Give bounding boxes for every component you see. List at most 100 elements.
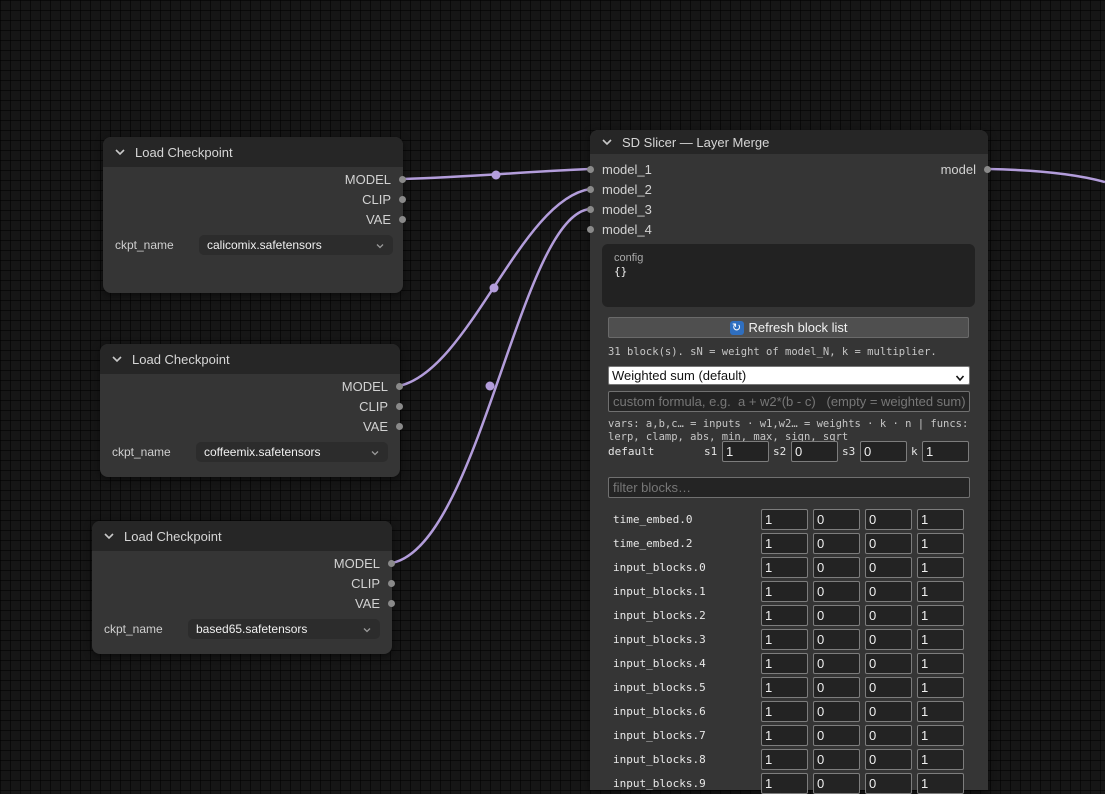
ckpt-name-combo[interactable]: ckpt_name coffeemix.safetensors bbox=[100, 440, 400, 464]
chevron-down-icon[interactable] bbox=[113, 145, 127, 159]
node-header[interactable]: Load Checkpoint bbox=[92, 521, 392, 551]
sd-slicer-node[interactable]: SD Slicer — Layer Merge model_1 model_2 … bbox=[587, 130, 991, 794]
link-midpoint-1[interactable] bbox=[491, 170, 501, 180]
chevron-down-icon[interactable] bbox=[102, 529, 116, 543]
default-s2-input[interactable] bbox=[791, 441, 838, 462]
block-s2-input[interactable] bbox=[813, 581, 860, 602]
default-k-input[interactable] bbox=[922, 441, 969, 462]
output-slot-vae[interactable]: VAE bbox=[366, 209, 406, 229]
block-s3-input[interactable] bbox=[865, 605, 912, 626]
link-model-1[interactable] bbox=[402, 167, 591, 181]
load-checkpoint-node-1[interactable]: Load Checkpoint MODEL CLIP VAE ckpt_name… bbox=[103, 137, 406, 293]
output-slot-model[interactable]: MODEL bbox=[342, 376, 403, 396]
custom-formula-input[interactable] bbox=[608, 391, 970, 412]
slot-dot[interactable] bbox=[388, 559, 395, 567]
block-s1-input[interactable] bbox=[761, 509, 808, 530]
ckpt-name-value[interactable]: coffeemix.safetensors bbox=[196, 442, 388, 462]
link-midpoint-2[interactable] bbox=[489, 283, 499, 293]
chevron-down-icon[interactable] bbox=[110, 352, 124, 366]
block-k-input[interactable] bbox=[917, 749, 964, 770]
default-s3-input[interactable] bbox=[860, 441, 907, 462]
block-s3-input[interactable] bbox=[865, 725, 912, 746]
ckpt-name-combo[interactable]: ckpt_name calicomix.safetensors bbox=[103, 233, 403, 257]
block-s2-input[interactable] bbox=[813, 557, 860, 578]
input-slot-model-4[interactable]: model_4 bbox=[587, 219, 652, 239]
link-midpoint-3[interactable] bbox=[485, 381, 495, 391]
output-slot-model[interactable]: model bbox=[941, 159, 991, 179]
block-k-input[interactable] bbox=[917, 773, 964, 794]
slot-dot[interactable] bbox=[587, 225, 594, 233]
ckpt-name-combo[interactable]: ckpt_name based65.safetensors bbox=[92, 617, 392, 641]
block-s3-input[interactable] bbox=[865, 557, 912, 578]
block-k-input[interactable] bbox=[917, 557, 964, 578]
default-s1-input[interactable] bbox=[722, 441, 769, 462]
block-s3-input[interactable] bbox=[865, 677, 912, 698]
chevron-down-icon[interactable] bbox=[600, 135, 614, 149]
slot-dot[interactable] bbox=[399, 215, 406, 223]
block-k-input[interactable] bbox=[917, 653, 964, 674]
block-s1-input[interactable] bbox=[761, 629, 808, 650]
output-slot-clip[interactable]: CLIP bbox=[351, 573, 395, 593]
block-s3-input[interactable] bbox=[865, 533, 912, 554]
block-k-input[interactable] bbox=[917, 629, 964, 650]
block-k-input[interactable] bbox=[917, 533, 964, 554]
block-s2-input[interactable] bbox=[813, 701, 860, 722]
block-s1-input[interactable] bbox=[761, 677, 808, 698]
filter-blocks-input[interactable] bbox=[608, 477, 970, 498]
slot-dot[interactable] bbox=[396, 382, 403, 390]
block-k-input[interactable] bbox=[917, 605, 964, 626]
refresh-block-list-button[interactable]: ↻ Refresh block list bbox=[608, 317, 969, 338]
slot-dot[interactable] bbox=[984, 165, 991, 173]
node-header[interactable]: SD Slicer — Layer Merge bbox=[590, 130, 988, 154]
block-s1-input[interactable] bbox=[761, 701, 808, 722]
block-k-input[interactable] bbox=[917, 701, 964, 722]
block-k-input[interactable] bbox=[917, 581, 964, 602]
block-s1-input[interactable] bbox=[761, 557, 808, 578]
block-s2-input[interactable] bbox=[813, 533, 860, 554]
block-s1-input[interactable] bbox=[761, 581, 808, 602]
link-model-out[interactable] bbox=[987, 167, 1105, 184]
block-s3-input[interactable] bbox=[865, 581, 912, 602]
block-s2-input[interactable] bbox=[813, 773, 860, 794]
load-checkpoint-node-3[interactable]: Load Checkpoint MODEL CLIP VAE ckpt_name… bbox=[92, 521, 395, 654]
block-s1-input[interactable] bbox=[761, 725, 808, 746]
slot-dot[interactable] bbox=[399, 175, 406, 183]
output-slot-vae[interactable]: VAE bbox=[363, 416, 403, 436]
slot-dot[interactable] bbox=[396, 422, 403, 430]
block-s1-input[interactable] bbox=[761, 605, 808, 626]
block-k-input[interactable] bbox=[917, 677, 964, 698]
block-s2-input[interactable] bbox=[813, 509, 860, 530]
link-model-2[interactable] bbox=[398, 187, 591, 388]
block-s2-input[interactable] bbox=[813, 653, 860, 674]
slot-dot[interactable] bbox=[587, 205, 594, 213]
input-slot-model-2[interactable]: model_2 bbox=[587, 179, 652, 199]
block-s1-input[interactable] bbox=[761, 533, 808, 554]
block-s3-input[interactable] bbox=[865, 629, 912, 650]
block-s2-input[interactable] bbox=[813, 677, 860, 698]
merge-mode-select[interactable]: Weighted sum (default) bbox=[608, 366, 970, 385]
block-s3-input[interactable] bbox=[865, 749, 912, 770]
load-checkpoint-node-2[interactable]: Load Checkpoint MODEL CLIP VAE ckpt_name… bbox=[100, 344, 403, 477]
link-model-3[interactable] bbox=[391, 207, 591, 565]
node-header[interactable]: Load Checkpoint bbox=[103, 137, 403, 167]
block-s1-input[interactable] bbox=[761, 773, 808, 794]
config-textarea[interactable]: config {} bbox=[602, 244, 975, 307]
input-slot-model-1[interactable]: model_1 bbox=[587, 159, 652, 179]
ckpt-name-value[interactable]: calicomix.safetensors bbox=[199, 235, 393, 255]
input-slot-model-3[interactable]: model_3 bbox=[587, 199, 652, 219]
block-s3-input[interactable] bbox=[865, 701, 912, 722]
slot-dot[interactable] bbox=[388, 599, 395, 607]
ckpt-name-value[interactable]: based65.safetensors bbox=[188, 619, 380, 639]
slot-dot[interactable] bbox=[587, 165, 594, 173]
block-s2-input[interactable] bbox=[813, 749, 860, 770]
block-s1-input[interactable] bbox=[761, 653, 808, 674]
block-s1-input[interactable] bbox=[761, 749, 808, 770]
output-slot-model[interactable]: MODEL bbox=[334, 553, 395, 573]
slot-dot[interactable] bbox=[587, 185, 594, 193]
block-s2-input[interactable] bbox=[813, 725, 860, 746]
slot-dot[interactable] bbox=[396, 402, 403, 410]
slot-dot[interactable] bbox=[388, 579, 395, 587]
output-slot-vae[interactable]: VAE bbox=[355, 593, 395, 613]
block-k-input[interactable] bbox=[917, 725, 964, 746]
slot-dot[interactable] bbox=[399, 195, 406, 203]
